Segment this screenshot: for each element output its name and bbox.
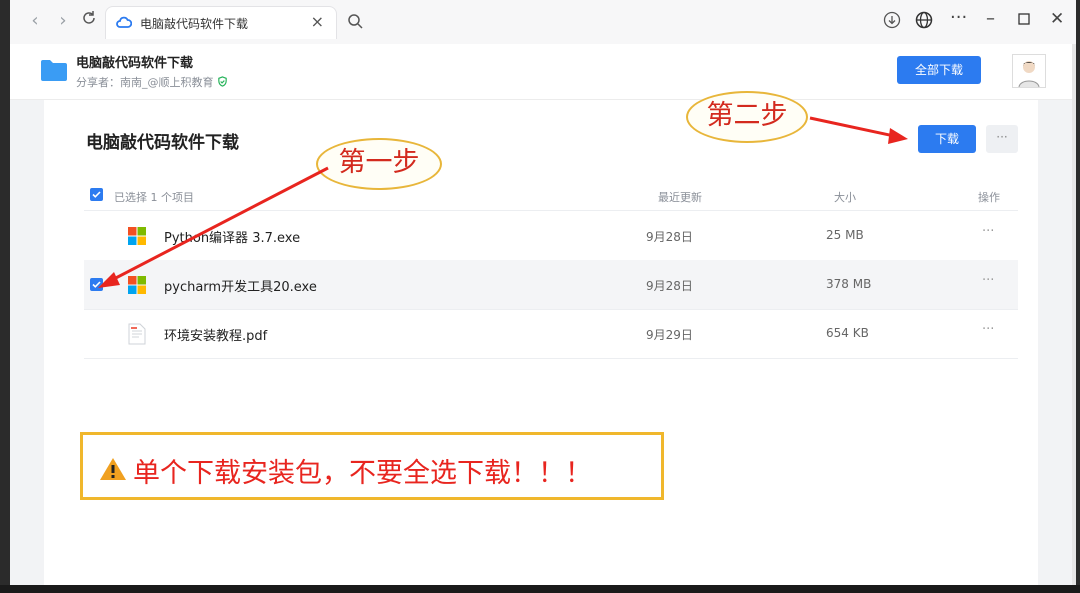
pdf-icon — [128, 323, 146, 345]
download-manager-icon[interactable] — [883, 11, 901, 33]
file-date: 9月28日 — [646, 279, 693, 293]
col-actions: 操作 — [978, 191, 1000, 204]
avatar[interactable] — [1012, 54, 1046, 88]
col-updated[interactable]: 最近更新 — [658, 189, 702, 205]
more-icon[interactable]: ··· — [950, 7, 967, 28]
table-header: 已选择 1 个项目 最近更新 大小 操作 — [84, 184, 1018, 211]
exe-icon — [128, 276, 146, 294]
warning-banner: 单个下载安装包，不要全选下载！！！ — [80, 432, 664, 500]
sharer-text: 分享者：南南_@顺上积教育 — [76, 76, 214, 89]
share-header: 电脑敲代码软件下载 分享者：南南_@顺上积教育 全部下载 — [10, 44, 1076, 100]
warning-text: 单个下载安装包，不要全选下载！！！ — [133, 458, 592, 489]
back-icon[interactable]: ‹ — [24, 10, 46, 32]
file-name[interactable]: pycharm开发工具20.exe — [164, 276, 317, 295]
maximize-icon[interactable] — [1018, 11, 1030, 29]
download-button[interactable]: 下载 — [918, 125, 976, 153]
step1-bubble: 第一步 — [316, 138, 442, 190]
select-all-checkbox[interactable] — [90, 188, 103, 201]
close-window-icon[interactable]: ✕ — [1050, 9, 1064, 29]
file-size: 378 MB — [826, 277, 872, 291]
browser-window: ‹ › 电脑敲代码软件下载 × ··· – ✕ 电脑敲代码软件下载 分享者：南南… — [10, 0, 1076, 585]
warning-icon — [100, 458, 126, 480]
exe-icon — [128, 227, 146, 245]
globe-icon[interactable] — [915, 11, 933, 33]
step2-bubble: 第二步 — [686, 91, 808, 143]
file-name[interactable]: Python编译器 3.7.exe — [164, 227, 300, 246]
file-size: 25 MB — [826, 228, 864, 242]
file-name[interactable]: 环境安装教程.pdf — [164, 325, 267, 344]
more-actions-button[interactable]: ··· — [986, 125, 1018, 153]
file-size: 654 KB — [826, 326, 869, 340]
taskbar-strip — [0, 585, 1080, 593]
file-panel: 电脑敲代码软件下载 下载 ··· 已选择 1 个项目 最近更新 大小 操作 Py… — [44, 100, 1038, 585]
row-checkbox[interactable] — [90, 278, 103, 291]
col-size[interactable]: 大小 — [834, 189, 856, 205]
table-row[interactable]: pycharm开发工具20.exe 9月28日 378 MB ··· — [84, 260, 1018, 310]
cloud-icon — [116, 16, 132, 28]
selected-count: 已选择 1 个项目 — [114, 191, 194, 204]
tab-close-icon[interactable]: × — [311, 12, 324, 31]
download-all-button[interactable]: 全部下载 — [897, 56, 981, 84]
file-date: 9月29日 — [646, 328, 693, 342]
panel-title: 电脑敲代码软件下载 — [86, 133, 239, 153]
browser-toolbar: ‹ › 电脑敲代码软件下载 × ··· – ✕ — [10, 0, 1076, 45]
sharer-info: 分享者：南南_@顺上积教育 — [76, 74, 228, 90]
row-more-button[interactable]: ··· — [982, 322, 994, 337]
minimize-icon[interactable]: – — [986, 8, 995, 29]
tab-title: 电脑敲代码软件下载 — [140, 17, 249, 31]
folder-icon — [41, 60, 67, 81]
share-title: 电脑敲代码软件下载 — [76, 56, 194, 71]
search-icon[interactable] — [344, 10, 366, 32]
scroll-track[interactable] — [1072, 44, 1076, 585]
tab-active[interactable]: 电脑敲代码软件下载 × — [105, 6, 337, 39]
table-row[interactable]: Python编译器 3.7.exe 9月28日 25 MB ··· — [84, 211, 1018, 261]
row-more-button[interactable]: ··· — [982, 224, 994, 239]
verified-icon — [217, 76, 227, 87]
file-date: 9月28日 — [646, 230, 693, 244]
forward-icon[interactable]: › — [52, 10, 74, 32]
reload-icon[interactable] — [78, 10, 100, 32]
table-row[interactable]: 环境安装教程.pdf 9月29日 654 KB ··· — [84, 309, 1018, 359]
row-more-button[interactable]: ··· — [982, 273, 994, 288]
